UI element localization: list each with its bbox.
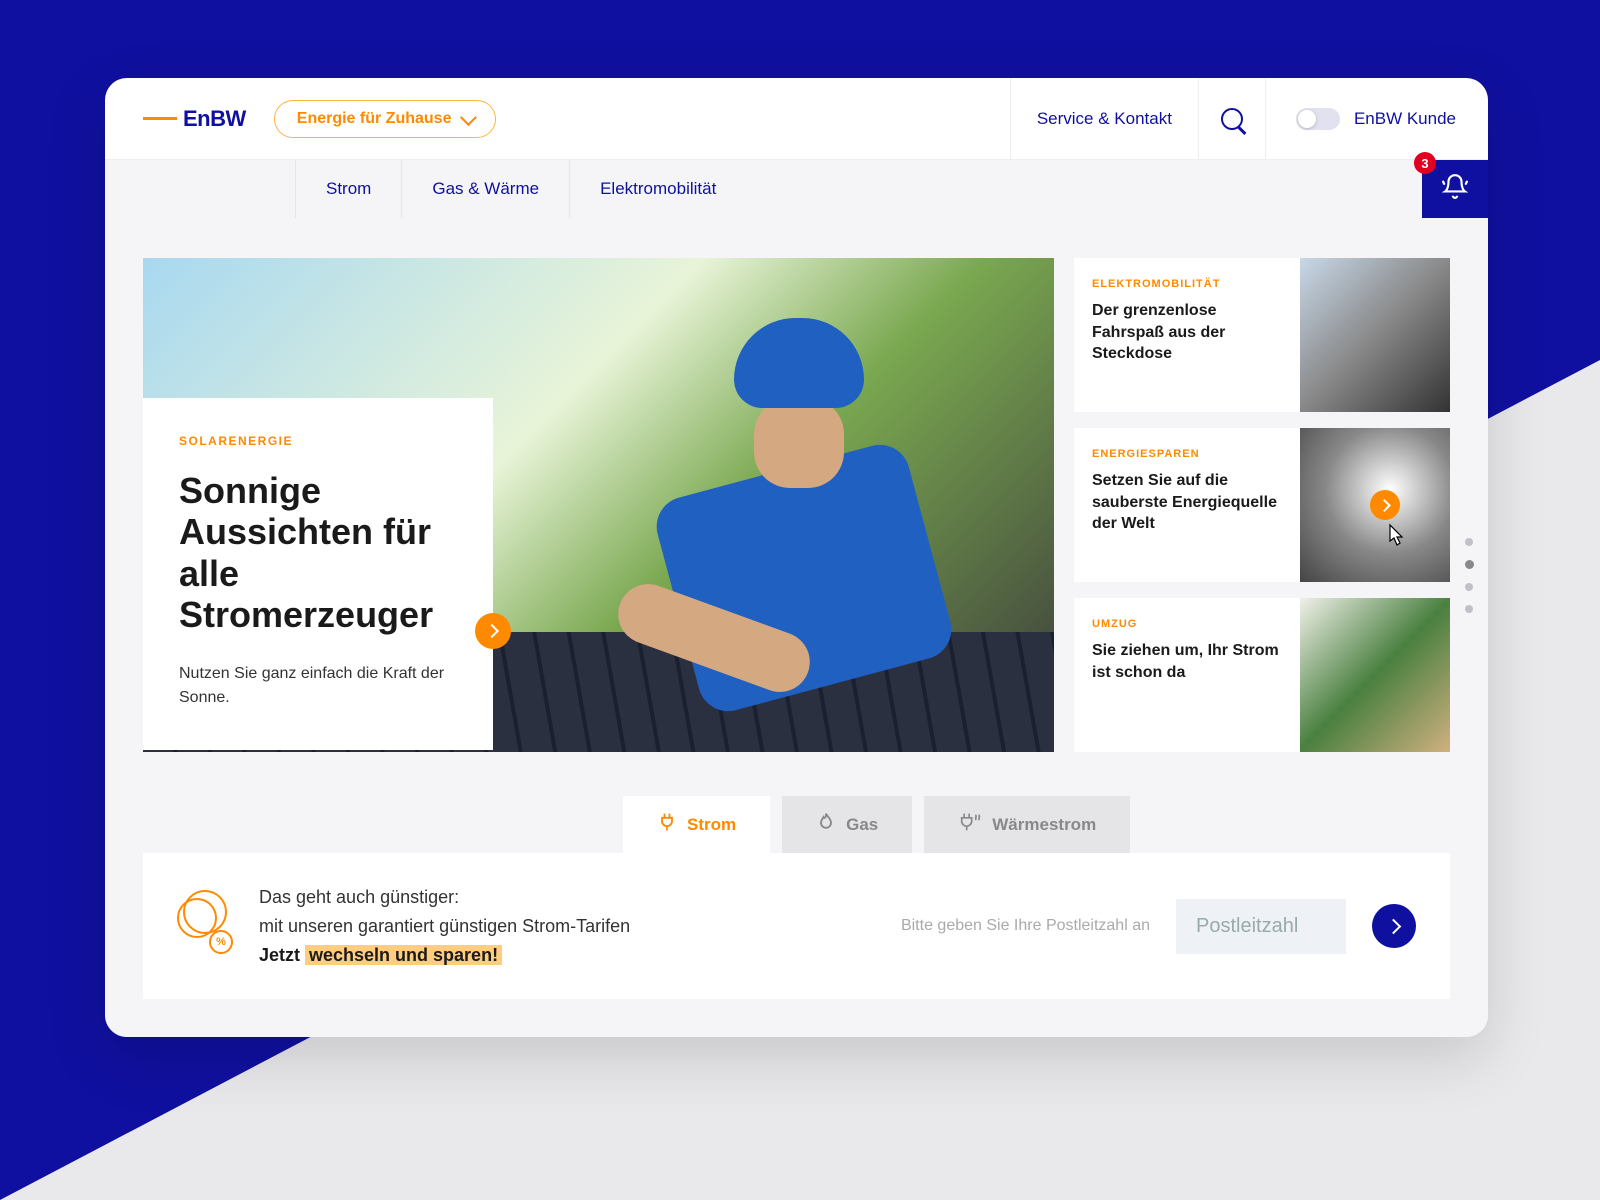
brand-text: EnBW bbox=[183, 106, 246, 132]
side-title: Der grenzenlose Fahrspaß aus der Steckdo… bbox=[1092, 300, 1282, 365]
side-title: Setzen Sie auf die sauberste Energiequel… bbox=[1092, 470, 1282, 535]
side-card-umzug[interactable]: UMZUG Sie ziehen um, Ihr Strom ist schon… bbox=[1074, 598, 1450, 752]
notification-badge: 3 bbox=[1414, 152, 1436, 174]
tab-strom[interactable]: Strom bbox=[623, 796, 770, 853]
plug-icon bbox=[657, 812, 677, 837]
heat-icon bbox=[958, 812, 982, 837]
tab-label: Wärmestrom bbox=[992, 815, 1096, 835]
toggle-label: EnBW Kunde bbox=[1354, 109, 1456, 129]
side-image-plant bbox=[1300, 598, 1450, 752]
hero-arrow-button[interactable] bbox=[475, 613, 511, 649]
dot-2[interactable] bbox=[1465, 560, 1474, 569]
plz-submit-button[interactable] bbox=[1372, 904, 1416, 948]
toggle-switch-icon bbox=[1296, 108, 1340, 130]
promo-bar: % Das geht auch günstiger: mit unseren g… bbox=[143, 853, 1450, 999]
hero-card: SOLARENERGIE Sonnige Aussichten für alle… bbox=[143, 398, 493, 750]
tab-waermestrom[interactable]: Wärmestrom bbox=[924, 796, 1130, 853]
flame-icon bbox=[816, 812, 836, 837]
side-eyebrow: ENERGIESPAREN bbox=[1092, 448, 1282, 460]
logo-dash-icon bbox=[143, 117, 177, 120]
side-card-elektromobilitaet[interactable]: ELEKTROMOBILITÄT Der grenzenlose Fahrspa… bbox=[1074, 258, 1450, 412]
tariff-tabs: Strom Gas Wärmestrom bbox=[623, 796, 1450, 853]
hero-section: SOLARENERGIE Sonnige Aussichten für alle… bbox=[143, 258, 1054, 752]
subnav-item-elektromobilitaet[interactable]: Elektromobilität bbox=[569, 160, 746, 218]
side-title: Sie ziehen um, Ihr Strom ist schon da bbox=[1092, 640, 1282, 683]
pagination-dots bbox=[1465, 538, 1474, 613]
category-dropdown[interactable]: Energie für Zuhause bbox=[274, 100, 497, 138]
customer-toggle[interactable]: EnBW Kunde bbox=[1266, 108, 1456, 130]
brand-logo[interactable]: EnBW bbox=[143, 106, 246, 132]
tab-label: Strom bbox=[687, 815, 736, 835]
side-card-energiesparen[interactable]: ENERGIESPAREN Setzen Sie auf die saubers… bbox=[1074, 428, 1450, 582]
search-icon bbox=[1221, 108, 1243, 130]
bell-icon bbox=[1442, 173, 1468, 205]
side-eyebrow: ELEKTROMOBILITÄT bbox=[1092, 278, 1282, 290]
side-arrow-icon bbox=[1370, 490, 1400, 520]
plz-input[interactable] bbox=[1176, 899, 1346, 954]
subnav-item-gas-waerme[interactable]: Gas & Wärme bbox=[401, 160, 569, 218]
plz-label: Bitte geben Sie Ihre Postleitzahl an bbox=[901, 917, 1150, 935]
promo-text: Das geht auch günstiger: mit unseren gar… bbox=[259, 883, 630, 969]
dot-1[interactable] bbox=[1465, 538, 1473, 546]
tab-gas[interactable]: Gas bbox=[782, 796, 912, 853]
hero-eyebrow: SOLARENERGIE bbox=[179, 434, 457, 448]
side-cards: ELEKTROMOBILITÄT Der grenzenlose Fahrspa… bbox=[1074, 258, 1450, 752]
promo-cta: Jetzt wechseln und sparen! bbox=[259, 941, 630, 970]
tab-label: Gas bbox=[846, 815, 878, 835]
side-eyebrow: UMZUG bbox=[1092, 618, 1282, 630]
notification-button[interactable]: 3 bbox=[1422, 160, 1488, 218]
cursor-icon bbox=[1384, 523, 1408, 557]
search-button[interactable] bbox=[1198, 78, 1266, 160]
sub-navigation: Strom Gas & Wärme Elektromobilität 3 bbox=[105, 160, 1488, 218]
subnav-item-strom[interactable]: Strom bbox=[295, 160, 401, 218]
dot-4[interactable] bbox=[1465, 605, 1473, 613]
service-contact-link[interactable]: Service & Kontakt bbox=[1010, 78, 1198, 160]
top-bar: EnBW Energie für Zuhause Service & Konta… bbox=[105, 78, 1488, 160]
promo-line2: mit unseren garantiert günstigen Strom-T… bbox=[259, 912, 630, 941]
app-window: EnBW Energie für Zuhause Service & Konta… bbox=[105, 78, 1488, 1037]
savings-icon: % bbox=[177, 898, 233, 954]
main-content: SOLARENERGIE Sonnige Aussichten für alle… bbox=[105, 218, 1488, 1037]
chevron-down-icon bbox=[460, 109, 477, 126]
hero-title: Sonnige Aussichten für alle Stromerzeuge… bbox=[179, 470, 457, 636]
dot-3[interactable] bbox=[1465, 583, 1473, 591]
side-image-car bbox=[1300, 258, 1450, 412]
dropdown-label: Energie für Zuhause bbox=[297, 110, 452, 128]
promo-line1: Das geht auch günstiger: bbox=[259, 883, 630, 912]
hero-subtitle: Nutzen Sie ganz einfach die Kraft der So… bbox=[179, 662, 457, 710]
